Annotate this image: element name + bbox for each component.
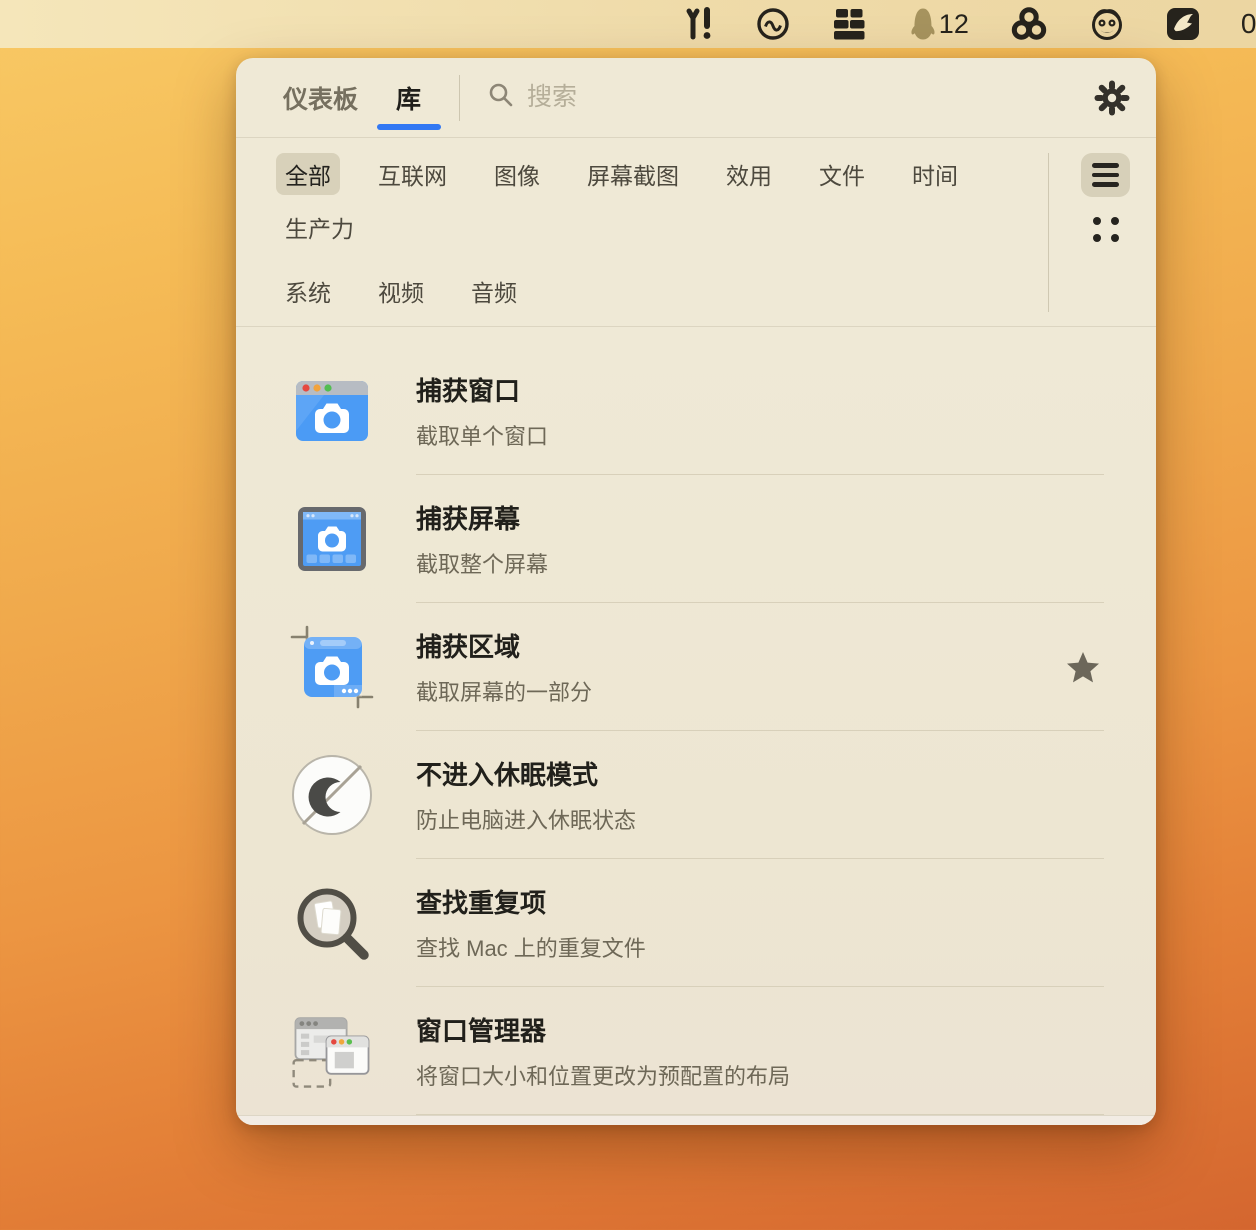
tool-subtitle: 截取单个窗口: [416, 419, 548, 451]
parallels-toolbox-panel: 仪表板 库: [236, 58, 1156, 1125]
filter-5[interactable]: 文件: [810, 153, 874, 195]
circles-knot-icon[interactable]: [1010, 6, 1048, 42]
tool-text: 窗口管理器将窗口大小和位置更改为预配置的布局: [416, 1011, 790, 1091]
tool-title: 捕获窗口: [416, 371, 548, 408]
tool-title: 窗口管理器: [416, 1011, 790, 1048]
qq-penguin-icon[interactable]: 12: [908, 7, 969, 41]
emoji-face-icon[interactable]: [1089, 6, 1125, 42]
tab-dashboard[interactable]: 仪表板: [283, 58, 358, 137]
tool-subtitle: 防止电脑进入休眠状态: [416, 803, 636, 835]
parallels-toolbox-menu-icon[interactable]: [685, 6, 715, 42]
tool-row-window-manager[interactable]: 窗口管理器将窗口大小和位置更改为预配置的布局: [236, 987, 1156, 1115]
category-filters: 全部互联网图像屏幕截图效用文件时间生产力系统视频音频: [276, 153, 1018, 312]
tool-subtitle: 查找 Mac 上的重复文件: [416, 931, 646, 963]
filter-8[interactable]: 系统: [276, 270, 340, 312]
menu-bar: 12 05: [0, 0, 1256, 48]
panel-footer: Parallels ®: [236, 1115, 1156, 1125]
search-box: [488, 82, 827, 113]
tool-row-capture-area[interactable]: 捕获区域截取屏幕的一部分: [236, 603, 1156, 731]
capture-window-icon: [290, 369, 374, 453]
tool-title: 捕获区域: [416, 627, 592, 664]
settings-gear-icon[interactable]: [1094, 80, 1130, 116]
tool-subtitle: 截取屏幕的一部分: [416, 675, 592, 707]
stacked-trays-icon[interactable]: [831, 8, 867, 40]
favorite-star-icon[interactable]: [1066, 651, 1100, 683]
search-input[interactable]: [527, 83, 827, 112]
menu-bar-clock[interactable]: 05: [1241, 8, 1256, 40]
category-filter-bar: 全部互联网图像屏幕截图效用文件时间生产力系统视频音频: [236, 138, 1156, 327]
filter-4[interactable]: 效用: [717, 153, 781, 195]
tool-row-capture-window[interactable]: 捕获窗口截取单个窗口: [236, 347, 1156, 475]
filter-1[interactable]: 互联网: [369, 153, 456, 195]
filter-bar-divider: [1048, 153, 1049, 312]
tool-subtitle: 将窗口大小和位置更改为预配置的布局: [416, 1059, 790, 1091]
tool-title: 捕获屏幕: [416, 499, 548, 536]
filter-7[interactable]: 生产力: [276, 206, 363, 248]
filter-9[interactable]: 视频: [369, 270, 433, 312]
tool-subtitle: 截取整个屏幕: [416, 547, 548, 579]
header-divider: [459, 75, 460, 121]
do-not-sleep-icon: [290, 753, 374, 837]
list-view-button[interactable]: [1081, 153, 1130, 197]
tool-text: 捕获区域截取屏幕的一部分: [416, 627, 592, 707]
tool-title: 不进入休眠模式: [416, 755, 636, 792]
grid-view-button[interactable]: [1081, 207, 1130, 251]
filter-6[interactable]: 时间: [903, 153, 967, 195]
filter-0[interactable]: 全部: [276, 153, 340, 195]
grid-view-icon: [1093, 217, 1119, 242]
tool-row-do-not-sleep[interactable]: 不进入休眠模式防止电脑进入休眠状态: [236, 731, 1156, 859]
filter-10[interactable]: 音频: [462, 270, 526, 312]
find-duplicates-icon: [290, 881, 374, 965]
capture-screen-icon: [290, 497, 374, 581]
tool-text: 查找重复项查找 Mac 上的重复文件: [416, 883, 646, 963]
tool-row-capture-screen[interactable]: 捕获屏幕截取整个屏幕: [236, 475, 1156, 603]
window-manager-icon: [290, 1009, 374, 1093]
tool-text: 不进入休眠模式防止电脑进入休眠状态: [416, 755, 636, 835]
filter-3[interactable]: 屏幕截图: [578, 153, 688, 195]
qq-unread-count: 12: [939, 9, 969, 40]
list-view-icon: [1092, 163, 1119, 187]
bird-app-icon[interactable]: [1166, 7, 1200, 41]
tool-title: 查找重复项: [416, 883, 646, 920]
capture-area-icon: [290, 625, 374, 709]
tool-text: 捕获屏幕截取整个屏幕: [416, 499, 548, 579]
menu-bar-status-icons: 12 05: [685, 0, 1256, 48]
adobe-creative-cloud-icon[interactable]: [756, 7, 790, 41]
tool-row-find-duplicates[interactable]: 查找重复项查找 Mac 上的重复文件: [236, 859, 1156, 987]
search-icon: [488, 82, 514, 113]
tool-text: 捕获窗口截取单个窗口: [416, 371, 548, 451]
tool-list: 捕获窗口截取单个窗口 捕获屏幕截取整个屏幕: [236, 327, 1156, 1115]
panel-header: 仪表板 库: [236, 58, 1156, 138]
tab-library[interactable]: 库: [396, 58, 421, 137]
filter-2[interactable]: 图像: [485, 153, 549, 195]
view-toggle-group: [1048, 153, 1130, 312]
